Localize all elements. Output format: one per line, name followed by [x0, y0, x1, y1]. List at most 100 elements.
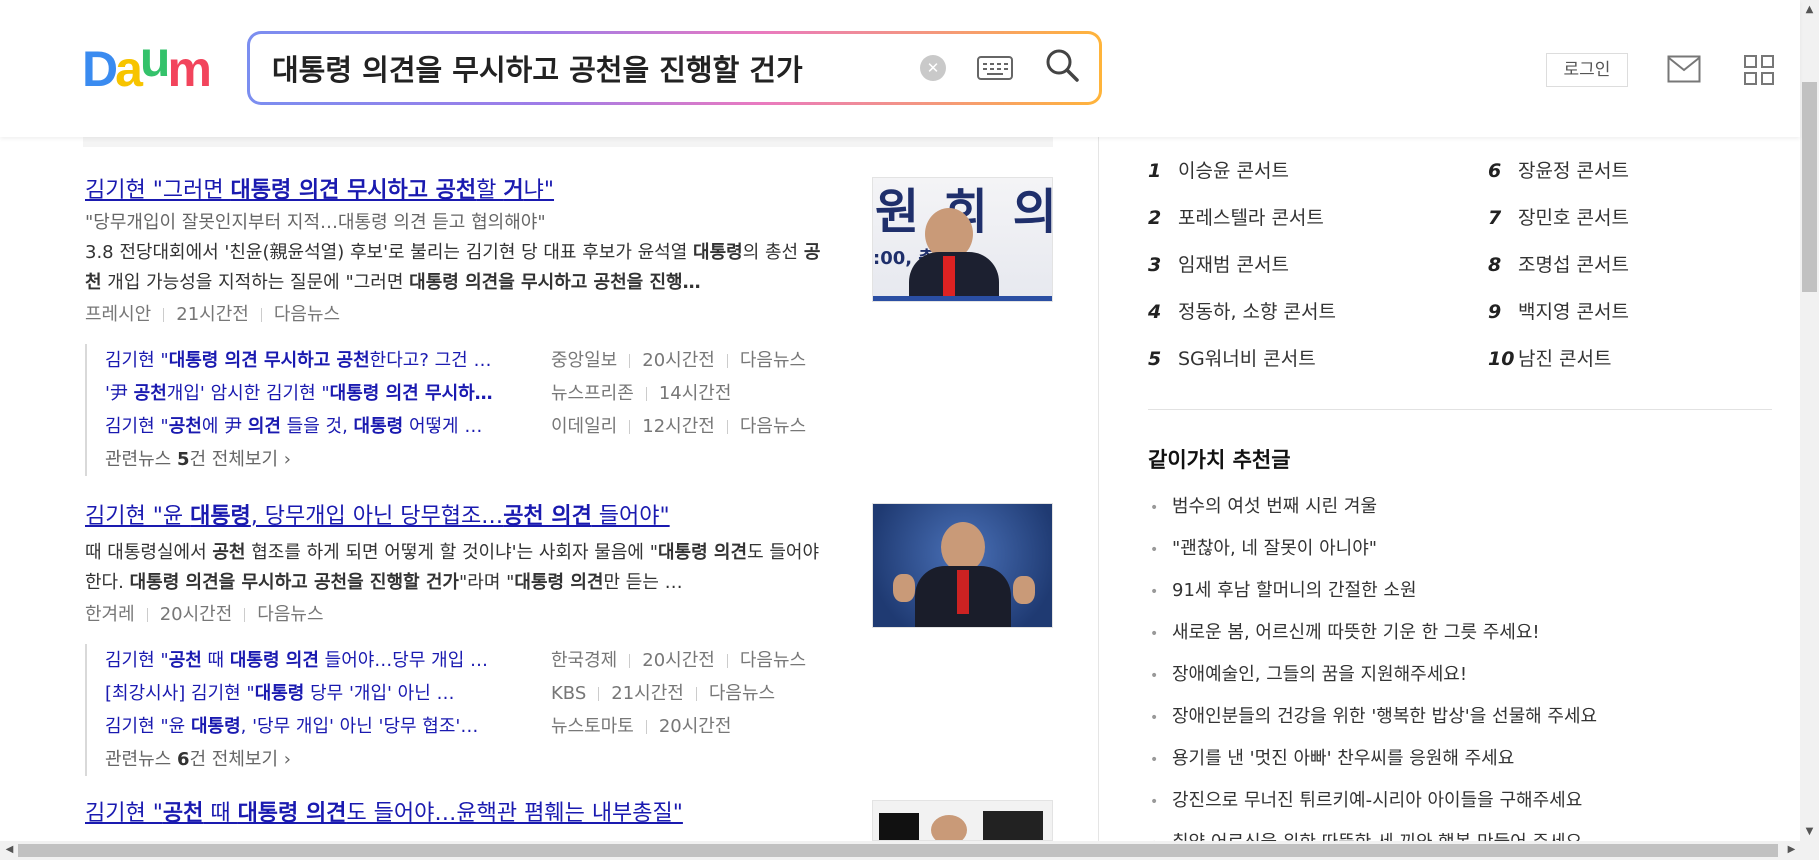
recommend-item[interactable]: • 91세 후남 할머니의 간절한 소원: [1150, 576, 1770, 618]
keyboard-icon[interactable]: [977, 56, 1013, 80]
related-news-row: 김기현 "대통령 의견 무시하고 공천한다고? 그건 … 중앙일보 20시간전 다음뉴…: [105, 344, 1085, 377]
apps-button[interactable]: [1744, 55, 1774, 85]
search-button[interactable]: [1043, 46, 1083, 86]
related-news-link[interactable]: 김기현 "공천 때 대통령 의견 들어야…당무 개입 …: [105, 644, 535, 677]
related-news-link[interactable]: 김기현 "윤 대통령, '당무 개입' 아닌 '당무 협조'…: [105, 710, 535, 743]
related-news-link[interactable]: 김기현 "대통령 의견 무시하고 공천한다고? 그건 …: [105, 344, 535, 377]
daum-news-link[interactable]: 다음뉴스: [257, 604, 323, 625]
news-time: 20시간전: [658, 716, 732, 737]
related-news: 김기현 "대통령 의견 무시하고 공천한다고? 그건 … 중앙일보 20시간전 다음뉴…: [85, 344, 1085, 476]
daum-news-link[interactable]: 다음뉴스: [274, 304, 340, 325]
highlighted-keyword: 대통령: [254, 683, 305, 704]
text-segment: 3.8 전당대회에서 '친윤(親윤석열) 후보'로 불리는 김기현 당 대표 후…: [85, 242, 694, 263]
news-time: 20시간전: [159, 604, 233, 625]
search-input[interactable]: [272, 46, 882, 90]
recommend-item[interactable]: • 범수의 여섯 번째 시린 겨울: [1150, 492, 1770, 534]
recommend-item[interactable]: • 장애예술인, 그들의 꿈을 지원해주세요!: [1150, 660, 1770, 702]
scroll-left-icon[interactable]: ◀: [1, 844, 18, 855]
highlighted-keyword: 공천: [212, 542, 246, 563]
highlighted-keyword: 대통령: [693, 242, 743, 263]
section-divider: [1148, 409, 1772, 410]
related-news-row: 김기현 "공천에 尹 의견 들을 것, 대통령 어떻게 … 이데일리 12시간전 다음…: [105, 410, 1085, 443]
scrollbar-thumb[interactable]: [18, 844, 1778, 857]
news-source[interactable]: 뉴스프리존: [551, 383, 634, 404]
recommend-item[interactable]: • 강진으로 무너진 튀르키예-시리아 아이들을 구해주세요: [1150, 786, 1770, 828]
text-segment: 의 총선: [742, 242, 804, 263]
daum-news-link[interactable]: 다음뉴스: [740, 416, 806, 437]
recommend-item[interactable]: • 장애인분들의 건강을 위한 '행복한 밥상'을 선물해 주세요: [1150, 702, 1770, 744]
highlighted-keyword: 대통령 의견 무시하고 공천: [230, 178, 477, 203]
news-thumbnail[interactable]: [872, 503, 1053, 628]
ranking-item[interactable]: 7 장민호 콘서트: [1488, 203, 1629, 233]
highlighted-keyword: 공천: [133, 383, 167, 404]
related-news-link[interactable]: [최강시사] 김기현 "대통령 당무 '개입' 아닌 …: [105, 677, 535, 710]
ranking-item[interactable]: 2 포레스텔라 콘서트: [1148, 203, 1324, 233]
news-description: 3.8 전당대회에서 '친윤(親윤석열) 후보'로 불리는 김기현 당 대표 후…: [85, 238, 835, 298]
search-icon: [1046, 49, 1079, 82]
related-news-more-link[interactable]: 관련뉴스 6건 전체보기 ›: [105, 743, 1085, 776]
news-thumbnail[interactable]: [872, 800, 1053, 841]
text-segment: "라며 ": [459, 572, 515, 593]
text-segment: 협조를 하게 되면 어떻게 할 것이냐'는 사회자 물음에 ": [245, 542, 658, 563]
text-segment: , '당무 개입' 아닌 '당무 협조'…: [240, 716, 479, 737]
news-source[interactable]: 프레시안: [85, 304, 151, 325]
text-segment: 들어야": [591, 504, 670, 529]
news-source[interactable]: 중앙일보: [551, 350, 617, 371]
scroll-right-icon[interactable]: ▶: [1783, 844, 1800, 855]
related-news: 김기현 "공천 때 대통령 의견 들어야…당무 개입 … 한국경제 20시간전 다음뉴…: [85, 644, 1085, 776]
news-time: 20시간전: [642, 350, 715, 371]
ranking-item[interactable]: 10 남진 콘서트: [1488, 344, 1611, 374]
login-button[interactable]: 로그인: [1546, 53, 1628, 87]
text-segment: 김기현 ": [105, 650, 169, 671]
ranking-item[interactable]: 5 SG워너비 콘서트: [1148, 344, 1316, 374]
text-segment: 개입 가능성을 지적하는 질문에 "그러면: [101, 272, 410, 293]
clear-search-button[interactable]: ✕: [920, 55, 946, 81]
recommend-item[interactable]: • 용기를 낸 '멋진 아빠' 찬우씨를 응원해 주세요: [1150, 744, 1770, 786]
scroll-up-icon[interactable]: ▲: [1801, 4, 1818, 15]
text-segment: , 당무개입 아닌 당무협조…: [250, 504, 504, 529]
ranking-item[interactable]: 6 장윤정 콘서트: [1488, 156, 1629, 186]
text-segment: 김기현 "윤: [85, 504, 191, 529]
text-segment: 한다고? 그건 …: [369, 350, 492, 371]
grid-icon: [1744, 55, 1774, 85]
horizontal-scrollbar[interactable]: ◀ ▶: [0, 841, 1819, 860]
mail-button[interactable]: [1667, 55, 1701, 83]
ranking-item[interactable]: 4 정동하, 소향 콘서트: [1148, 297, 1336, 327]
recommend-item[interactable]: • "괜찮아, 네 잘못이 아니야": [1150, 534, 1770, 576]
news-source[interactable]: 뉴스토마토: [551, 716, 634, 737]
related-news-link[interactable]: '尹 공천개입' 암시한 김기현 "대통령 의견 무시하…: [105, 377, 535, 410]
daum-news-link[interactable]: 다음뉴스: [740, 350, 806, 371]
news-source[interactable]: 이데일리: [551, 416, 617, 437]
ranking-item[interactable]: 8 조명섭 콘서트: [1488, 250, 1629, 280]
daum-logo[interactable]: Daum: [82, 34, 212, 97]
text-segment: [최강시사] 김기현 ": [105, 683, 255, 704]
ranking-item[interactable]: 9 백지영 콘서트: [1488, 297, 1629, 327]
related-news-row: 김기현 "윤 대통령, '당무 개입' 아닌 '당무 협조'… 뉴스토마토 20시간…: [105, 710, 1085, 743]
daum-news-link[interactable]: 다음뉴스: [740, 650, 806, 671]
scroll-down-icon[interactable]: ▼: [1801, 826, 1818, 837]
news-source[interactable]: KBS: [551, 683, 586, 704]
related-news-link[interactable]: 김기현 "공천에 尹 의견 들을 것, 대통령 어떻게 …: [105, 410, 535, 443]
news-thumbnail[interactable]: 원 희 의 :00, 층 강: [872, 177, 1053, 302]
logo-letter: a: [115, 41, 143, 97]
text-segment: 때 대통령실에서: [85, 542, 213, 563]
recommend-item[interactable]: • 새로운 봄, 어르신께 따뜻한 기운 한 그릇 주세요!: [1150, 618, 1770, 660]
ranking-item[interactable]: 3 임재범 콘서트: [1148, 250, 1289, 280]
daum-news-link[interactable]: 다음뉴스: [709, 683, 775, 704]
vertical-scrollbar[interactable]: ▲ ▼: [1800, 0, 1819, 841]
scrollbar-thumb[interactable]: [1802, 82, 1817, 292]
news-source[interactable]: 한국경제: [551, 650, 617, 671]
ranking-item[interactable]: 1 이승윤 콘서트: [1148, 156, 1289, 186]
related-news-more-link[interactable]: 관련뉴스 5건 전체보기 ›: [105, 443, 1085, 476]
search-box: ✕: [247, 31, 1102, 105]
highlighted-keyword: 대통령: [190, 716, 241, 737]
text-segment: 김기현 "그러면: [85, 178, 231, 203]
news-time: 21시간전: [176, 304, 249, 325]
text-segment: 어떻게 …: [403, 416, 483, 437]
highlighted-keyword: 거: [503, 178, 524, 203]
text-segment: 김기현 "윤: [105, 716, 191, 737]
news-source[interactable]: 한겨레: [85, 604, 135, 625]
highlighted-keyword: 대통령 의견 무시하고 공천: [168, 350, 370, 371]
text-segment: 만 듣는 …: [603, 572, 683, 593]
text-segment: 할: [476, 178, 504, 203]
